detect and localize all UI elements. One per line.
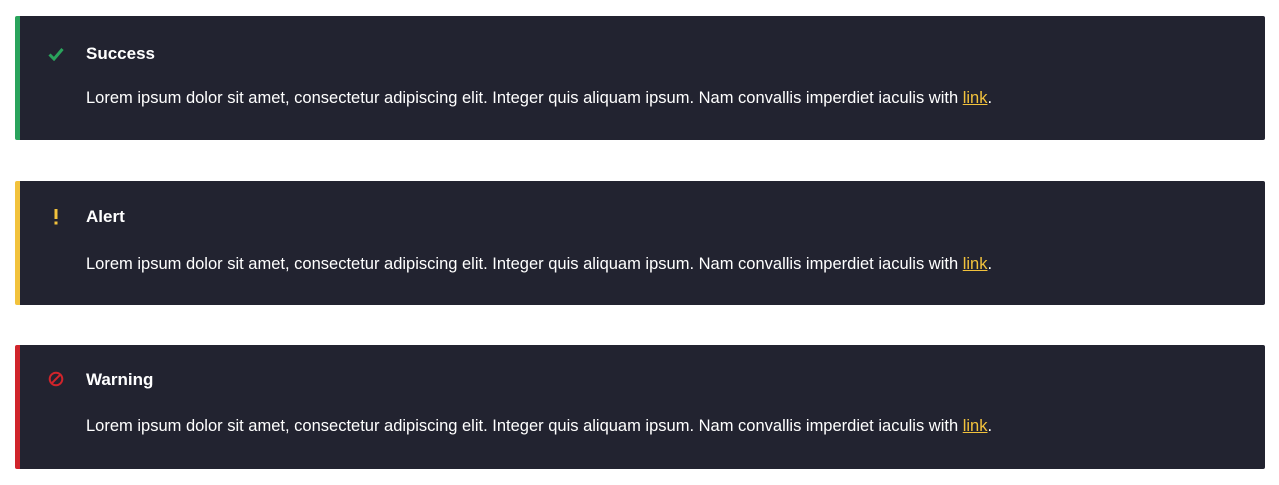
alert-warning: Warning Lorem ipsum dolor sit amet, cons… <box>15 345 1265 469</box>
alert-success: Success Lorem ipsum dolor sit amet, cons… <box>15 16 1265 140</box>
prohibited-icon <box>47 370 65 388</box>
alert-link[interactable]: link <box>963 255 988 273</box>
alert-link[interactable]: link <box>963 89 988 107</box>
alert-message: Lorem ipsum dolor sit amet, consectetur … <box>86 417 993 435</box>
alert-message: Lorem ipsum dolor sit amet, consectetur … <box>86 89 993 107</box>
alert-title: Success <box>86 44 155 63</box>
alert-message: Lorem ipsum dolor sit amet, consectetur … <box>86 255 993 273</box>
alerts-page: Success Lorem ipsum dolor sit amet, cons… <box>0 0 1279 485</box>
alert-alert: Alert Lorem ipsum dolor sit amet, consec… <box>15 181 1265 305</box>
check-icon <box>47 45 65 63</box>
alert-title: Alert <box>86 207 125 226</box>
alert-title: Warning <box>86 370 154 389</box>
alert-link[interactable]: link <box>963 417 988 435</box>
exclamation-icon <box>47 208 65 226</box>
